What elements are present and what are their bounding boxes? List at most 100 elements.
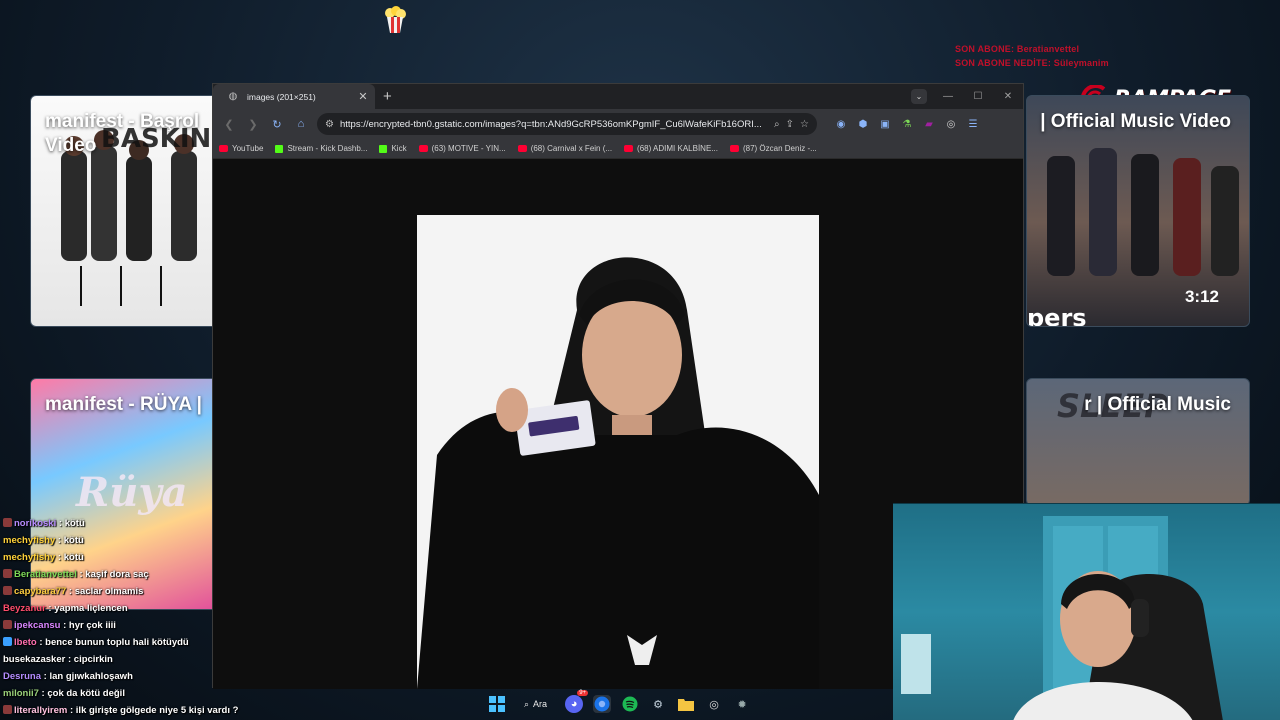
chrome-icon[interactable] (593, 695, 612, 713)
chat-feed: norikoski : kötü mechyfishy : kötü mechyfi… (3, 515, 243, 719)
popcorn-icon (385, 6, 406, 33)
bookmark-item[interactable]: (68) Carnival x Fein (... (517, 144, 612, 153)
minimize-button[interactable]: — (933, 91, 963, 102)
last-gift-line: SON ABONE NEDİTE: Süleymanim (955, 58, 1109, 68)
bookmark-item[interactable]: (87) Özcan Deniz -... (729, 144, 817, 153)
close-tab-icon[interactable]: ✕ (357, 90, 369, 103)
youtube-icon (624, 145, 634, 152)
twitch-extension-icon[interactable]: ▰ (921, 116, 937, 132)
chat-text: kötü (63, 552, 84, 563)
youtube-icon (418, 145, 428, 152)
chat-message: ipekcansu : hyr çok iiii (3, 617, 243, 634)
chat-separator: : (55, 552, 64, 563)
tab-search-icon[interactable]: ⌄ (911, 89, 927, 104)
audio-extension-icon[interactable]: ◉ (833, 116, 849, 132)
tab-active[interactable]: ◍ images (201×251) ✕ (213, 84, 375, 109)
bookmark-item[interactable]: (63) MOTIVE - YIN... (418, 144, 506, 153)
zoom-icon[interactable]: ⌕ (774, 119, 780, 130)
chat-username[interactable]: Beratianvettel (14, 569, 77, 580)
video-card-official-music[interactable]: SLEEP r | Official Music (1026, 378, 1250, 506)
youtube-icon (219, 145, 228, 152)
chat-separator: : (56, 518, 65, 529)
chat-text: ilk girişte gölgede niye 5 kişi vardı ? (75, 705, 239, 716)
puzzle-extension-icon[interactable]: ▣ (877, 116, 893, 132)
photo-content (417, 215, 819, 689)
chat-username[interactable]: milonii7 (3, 688, 39, 699)
video-card-basrol[interactable]: BASKIN manifest - Başrol Video (30, 95, 220, 327)
settings-icon[interactable]: ✹ (733, 695, 751, 713)
menu-icon[interactable]: ☰ (965, 116, 981, 132)
browser-toolbar: ❮ ❯ ↻ ⌂ ⚙ https://encrypted-tbn0.gstatic… (213, 109, 1023, 139)
subscriber-alert: SON ABONE: Beratianvettel SON ABONE NEDİ… (955, 42, 1109, 70)
chat-message: Beyzanur : yapma liçlencen (3, 600, 243, 617)
windows-start-icon[interactable] (488, 695, 506, 713)
steam-icon[interactable]: ⚙ (649, 695, 667, 713)
video-title: r | Official Music (1084, 394, 1231, 415)
tab-title: images (201×251) (247, 91, 316, 102)
spotify-icon[interactable] (621, 695, 639, 713)
chat-message: milonii7 : çok da kötü değil (3, 685, 243, 702)
shield-extension-icon[interactable]: ⬢ (855, 116, 871, 132)
chat-separator: : (67, 705, 76, 716)
lab-extension-icon[interactable]: ⚗ (899, 116, 915, 132)
bookmark-star-icon[interactable]: ☆ (800, 119, 809, 130)
chat-username[interactable]: ipekcansu (14, 620, 60, 631)
bookmark-item[interactable]: YouTube (219, 144, 263, 153)
taskbar: ⌕ Ara ◕ 9+ ⚙ ◎ ✹ (488, 690, 751, 717)
bookmark-label: (63) MOTIVE - YIN... (431, 144, 506, 153)
chat-message: capybara77 : saclar olmamis (3, 583, 243, 600)
last-sub-line: SON ABONE: Beratianvettel (955, 44, 1080, 54)
user-badge-icon (3, 518, 12, 527)
chat-message: literallyirem : ilk girişte gölgede niye… (3, 702, 243, 719)
bookmark-item[interactable]: Stream - Kick Dashb... (275, 144, 367, 153)
chat-separator: : (65, 654, 74, 665)
obs-icon[interactable]: ◎ (705, 695, 723, 713)
webcam-feed (893, 503, 1280, 720)
chat-text: hyr çok iiii (68, 620, 116, 631)
maximize-button[interactable]: ☐ (963, 91, 993, 102)
video-card-official-video[interactable]: pers | Official Music Video 3:12 (1026, 95, 1250, 327)
chat-username[interactable]: capybara77 (14, 586, 66, 597)
card-watermark: Rüya (76, 469, 188, 516)
reload-icon[interactable]: ↻ (269, 116, 285, 132)
bookmarks-bar: YouTube Stream - Kick Dashb... Kick (63) MO… (213, 139, 1023, 159)
chat-separator: : (55, 535, 64, 546)
back-icon[interactable]: ❮ (221, 116, 237, 132)
globe-icon: ◍ (228, 91, 238, 102)
site-info-icon[interactable]: ⚙ (325, 119, 334, 130)
chat-username[interactable]: Desruna (3, 671, 41, 682)
chat-username[interactable]: norikoski (14, 518, 56, 529)
profile-icon[interactable]: ◎ (943, 116, 959, 132)
share-icon[interactable]: ⇪ (786, 119, 794, 130)
chat-text: çok da kötü değil (47, 688, 125, 699)
chat-message: Desruna : lan gjıwkahloşawh (3, 668, 243, 685)
chat-username[interactable]: lbeto (14, 637, 37, 648)
file-explorer-icon[interactable] (677, 695, 695, 713)
video-title: manifest - Başrol Video (45, 111, 200, 156)
chat-username[interactable]: busekazasker (3, 654, 65, 665)
chat-username[interactable]: literallyirem (14, 705, 67, 716)
chat-text: kötü (63, 535, 84, 546)
chat-text: lan gjıwkahloşawh (49, 671, 133, 682)
bookmark-label: Stream - Kick Dashb... (287, 144, 368, 153)
close-window-button[interactable]: ✕ (993, 91, 1023, 102)
bookmark-item[interactable]: Kick (379, 144, 407, 153)
chat-text: cipcirkin (73, 654, 113, 665)
bookmark-label: Kick (391, 144, 407, 153)
video-title: manifest - RÜYA | (45, 394, 203, 415)
taskbar-search[interactable]: ⌕ Ara (516, 694, 555, 714)
chat-username[interactable]: Beyzanur (3, 603, 46, 614)
chat-username[interactable]: mechyfishy (3, 535, 55, 546)
forward-icon[interactable]: ❯ (245, 116, 261, 132)
address-bar[interactable]: ⚙ https://encrypted-tbn0.gstatic.com/ima… (317, 113, 817, 135)
youtube-icon (729, 145, 739, 152)
discord-icon[interactable]: ◕ 9+ (565, 690, 589, 713)
bookmark-label: (87) Özcan Deniz -... (742, 144, 817, 153)
home-icon[interactable]: ⌂ (293, 116, 309, 132)
user-badge-icon (3, 586, 12, 595)
chat-username[interactable]: mechyfishy (3, 552, 55, 563)
new-tab-button[interactable]: + (383, 88, 392, 105)
url-text[interactable]: https://encrypted-tbn0.gstatic.com/image… (340, 119, 768, 130)
bookmark-item[interactable]: (68) ADIMI KALBİNE... (624, 144, 718, 153)
image-preview[interactable] (417, 215, 819, 689)
